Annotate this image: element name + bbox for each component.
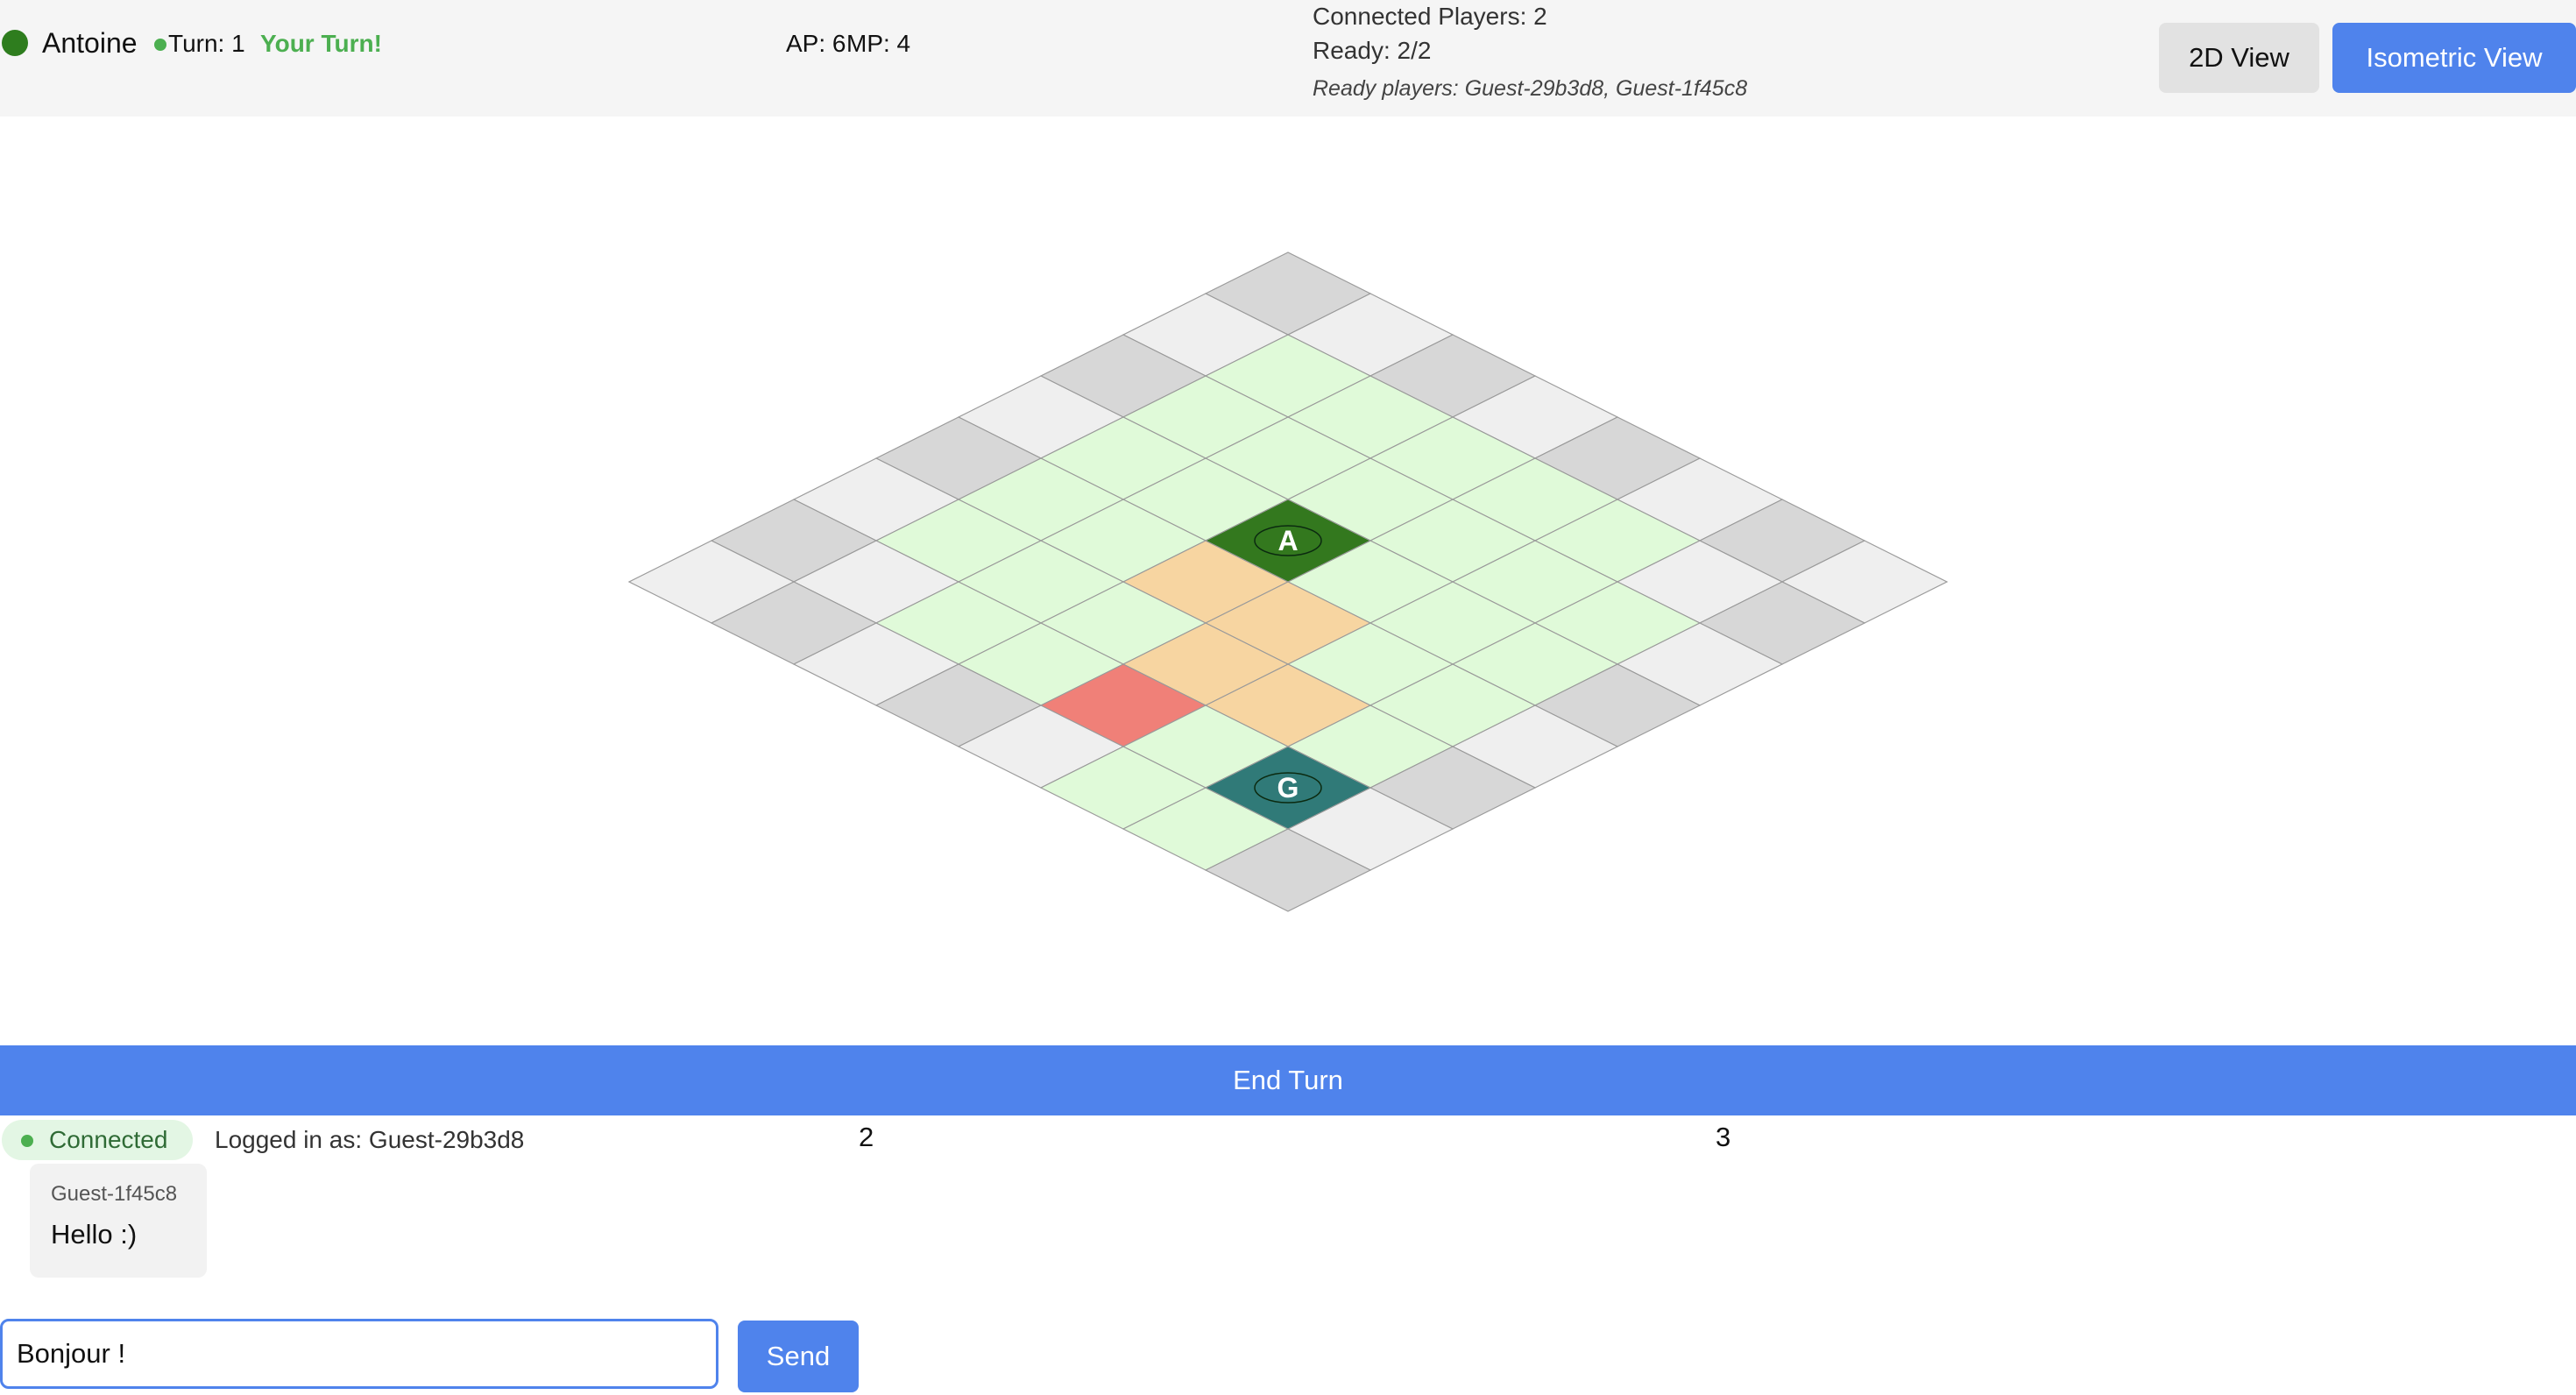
top-bar: Antoine Turn: 1 Your Turn! AP: 6 MP: 4 C…: [0, 0, 2576, 117]
unit-label: G: [1277, 772, 1299, 804]
chat-message-text: Hello :): [51, 1219, 138, 1250]
connection-status-label: Connected: [49, 1126, 168, 1153]
action-points: AP: 6: [786, 30, 846, 57]
view-isometric-button[interactable]: Isometric View: [2332, 23, 2576, 93]
connection-status-badge: Connected: [2, 1120, 193, 1160]
view-2d-button[interactable]: 2D View: [2159, 23, 2319, 93]
turn-counter: Turn: 1: [168, 30, 245, 57]
turn-indicator-dot: [154, 39, 166, 51]
your-turn-label: Your Turn!: [260, 30, 382, 57]
ready-players-list: Ready players: Guest-29b3d8, Guest-1f45c…: [1313, 76, 1748, 101]
counter-2: 2: [859, 1122, 874, 1152]
end-turn-button[interactable]: End Turn: [0, 1045, 2576, 1115]
isometric-game-board[interactable]: AG: [0, 117, 2576, 1045]
player-name: Antoine: [42, 27, 138, 59]
unit-label: A: [1277, 525, 1298, 556]
chat-input[interactable]: [0, 1319, 718, 1389]
logged-in-label: Logged in as: Guest-29b3d8: [215, 1126, 525, 1153]
send-button[interactable]: Send: [738, 1321, 859, 1392]
chat-message: Guest-1f45c8 Hello :): [30, 1164, 207, 1278]
chat-message-author: Guest-1f45c8: [51, 1182, 178, 1206]
connected-players-count: Connected Players: 2: [1313, 3, 1547, 30]
ready-count: Ready: 2/2: [1313, 37, 1432, 64]
movement-points: MP: 4: [846, 30, 911, 57]
player-color-dot: [2, 30, 28, 56]
counter-3: 3: [1716, 1122, 1731, 1152]
connection-status-dot: [21, 1135, 33, 1147]
